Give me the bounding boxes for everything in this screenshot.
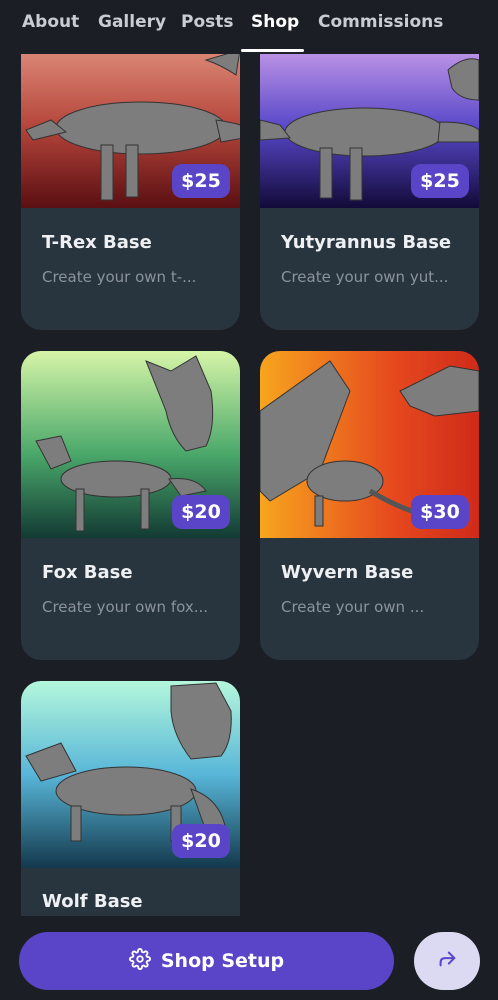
price-badge: $25 [411,164,469,198]
tab-posts[interactable]: Posts [181,12,234,32]
product-card-yutyrannus[interactable]: $25 Yutyrannus Base Create your own yut.… [260,30,479,330]
active-tab-indicator [241,49,304,52]
price-badge: $30 [411,495,469,529]
product-title: T-Rex Base [42,232,152,253]
product-title: Yutyrannus Base [281,232,452,253]
product-card-wolf[interactable]: $20 Wolf Base [21,681,240,941]
profile-tab-bar: About Gallery Posts Shop Commissions [0,0,498,54]
tab-commissions[interactable]: Commissions [318,12,443,32]
product-description: Create your own t-... [42,268,197,286]
tab-about[interactable]: About [22,12,79,32]
product-title: Fox Base [42,562,133,583]
product-description: Create your own fox... [42,598,209,616]
tab-shop[interactable]: Shop [251,12,299,32]
product-card-t-rex[interactable]: $25 T-Rex Base Create your own t-... [21,30,240,330]
product-title: Wyvern Base [281,562,414,583]
share-button[interactable] [414,932,480,990]
shop-setup-button[interactable]: Shop Setup [19,932,394,990]
product-title: Wolf Base [42,891,143,912]
gear-icon [128,948,151,974]
tab-gallery[interactable]: Gallery [98,12,166,32]
product-card-fox[interactable]: $20 Fox Base Create your own fox... [21,351,240,660]
share-icon [436,948,458,974]
product-description: Create your own ... [281,598,425,616]
product-description: Create your own yut... [281,268,449,286]
shop-setup-label: Shop Setup [160,950,285,972]
price-badge: $20 [172,495,230,529]
price-badge: $25 [172,164,230,198]
price-badge: $20 [172,824,230,858]
product-card-wyvern[interactable]: $30 Wyvern Base Create your own ... [260,351,479,660]
